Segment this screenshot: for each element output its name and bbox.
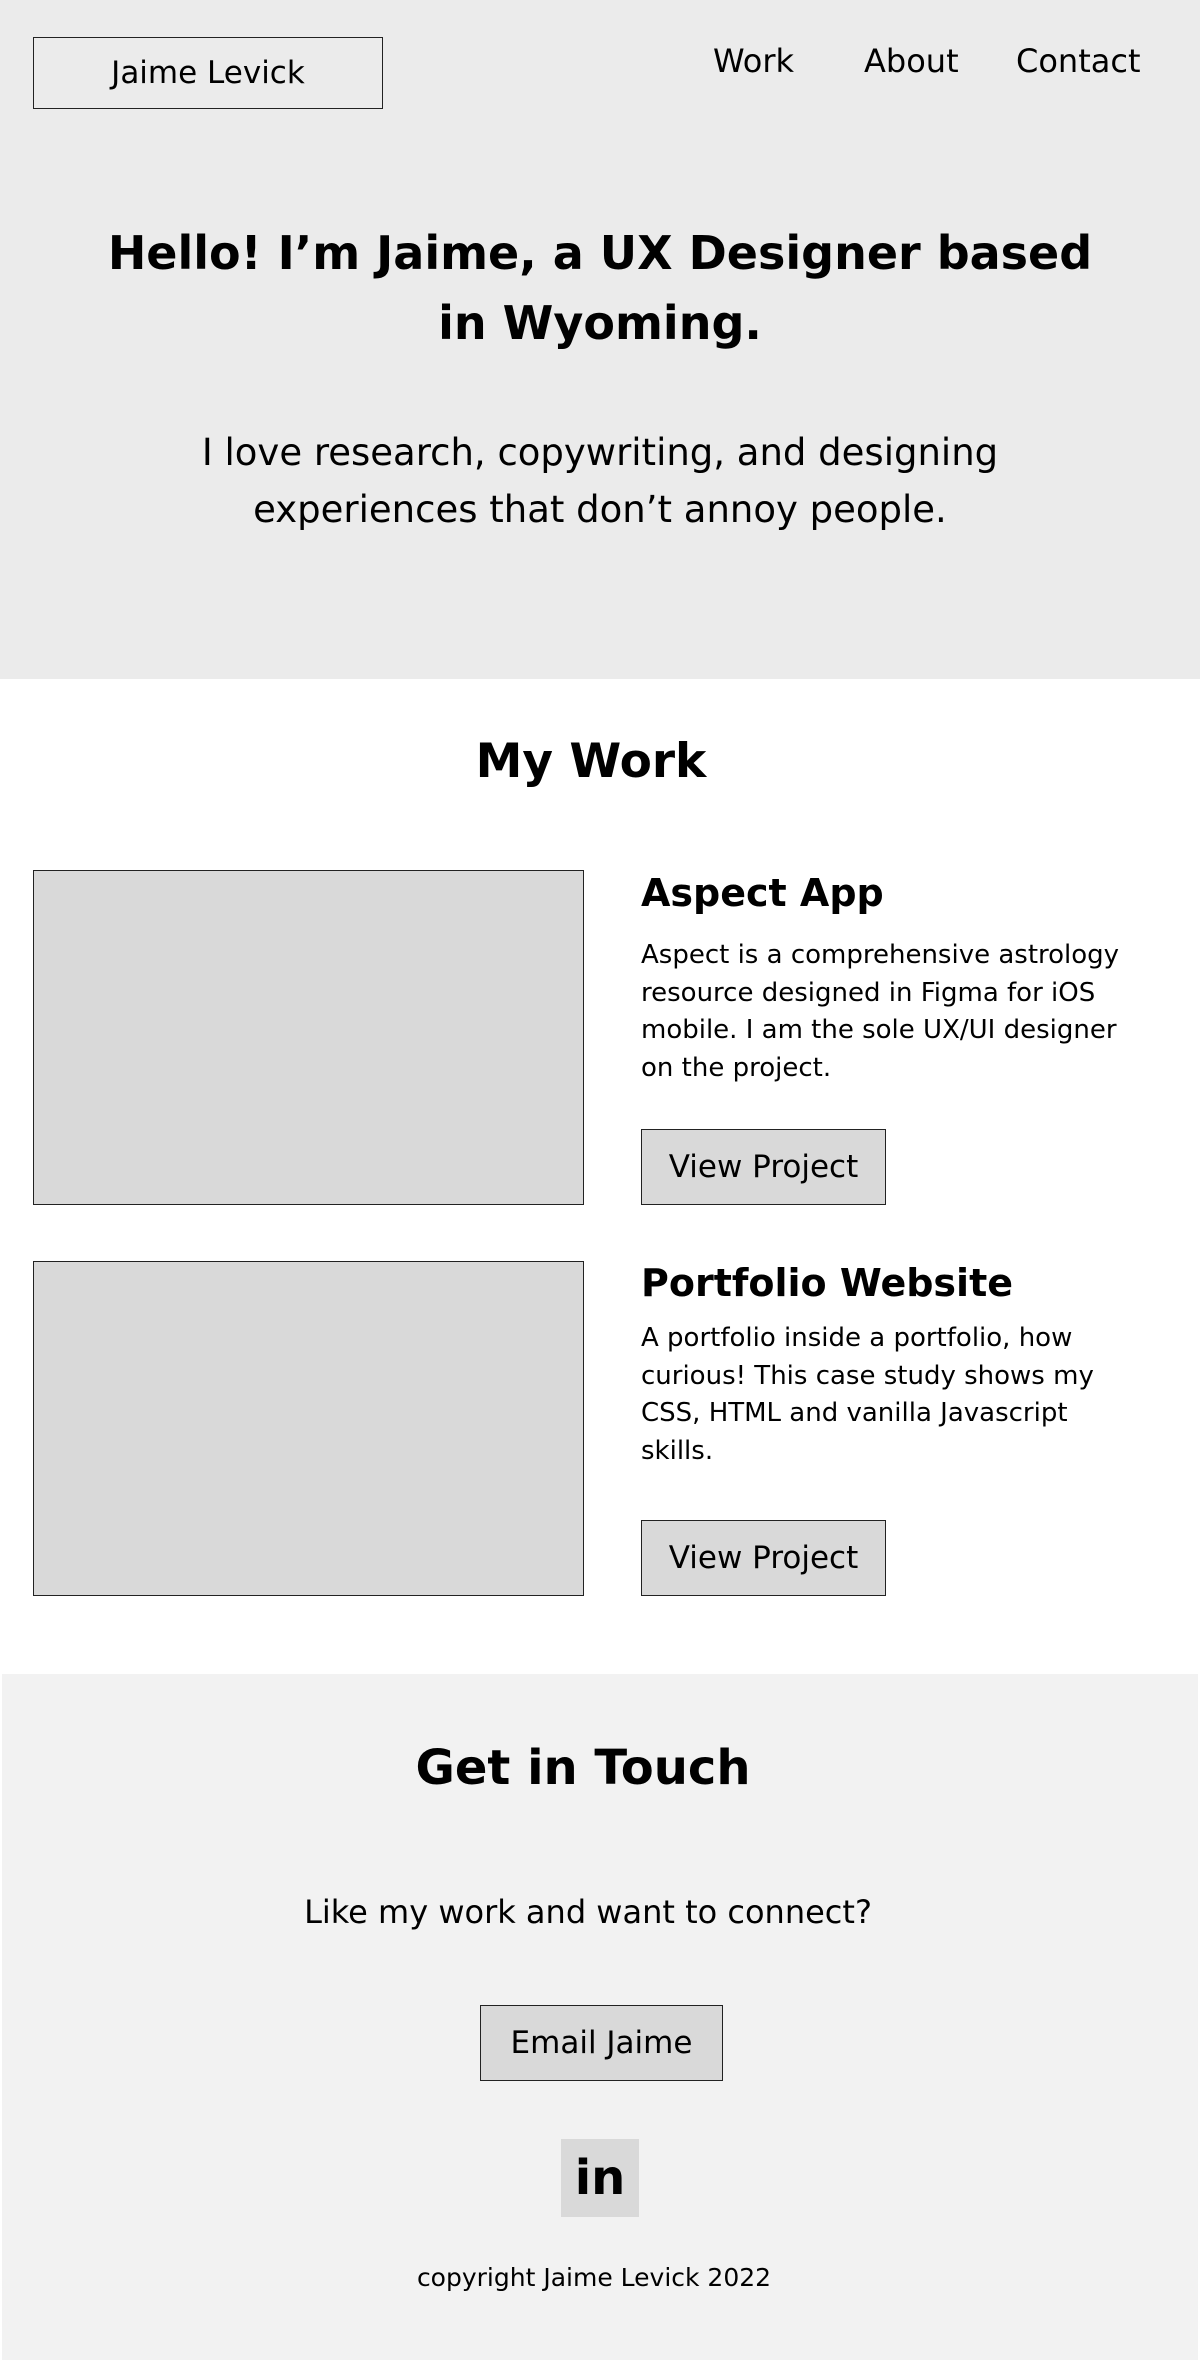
project-description-aspect-app: Aspect is a comprehensive astrology reso… xyxy=(641,940,1120,1083)
project-title-aspect-app: Aspect App xyxy=(641,871,884,915)
hero-subtitle-line-1: I love research, copywriting, and design… xyxy=(201,431,999,474)
hero-title-line-2: in Wyoming. xyxy=(438,296,762,350)
hero-subtitle-line-2: experiences that don’t annoy people. xyxy=(253,488,947,531)
nav-link-about[interactable]: About xyxy=(864,42,959,80)
work-heading: My Work xyxy=(475,734,707,789)
project-thumbnail-aspect-app xyxy=(33,870,584,1205)
view-project-label: View Project xyxy=(668,1149,859,1185)
email-button[interactable]: Email Jaime xyxy=(480,2005,723,2081)
contact-heading: Get in Touch xyxy=(415,1740,751,1796)
contact-subtitle: Like my work and want to connect? xyxy=(304,1893,872,1931)
hero-title-line-1: Hello! I’m Jaime, a UX Designer based xyxy=(107,226,1093,280)
copyright-text: copyright Jaime Levick 2022 xyxy=(416,2263,772,2292)
view-project-button-portfolio-website[interactable]: View Project xyxy=(641,1520,886,1596)
email-button-label: Email Jaime xyxy=(510,2025,693,2061)
logo-text: Jaime Levick xyxy=(111,55,305,91)
logo-button[interactable]: Jaime Levick xyxy=(33,37,383,109)
linkedin-icon-text: in xyxy=(574,2150,626,2206)
linkedin-icon[interactable]: in xyxy=(561,2139,639,2217)
hero-subtitle: I love research, copywriting, and design… xyxy=(140,424,1060,538)
hero-title: Hello! I’m Jaime, a UX Designer based in… xyxy=(100,218,1100,358)
nav-link-contact[interactable]: Contact xyxy=(1016,42,1141,80)
project-thumbnail-portfolio-website xyxy=(33,1261,584,1596)
view-project-button-aspect-app[interactable]: View Project xyxy=(641,1129,886,1205)
project-title-portfolio-website: Portfolio Website xyxy=(641,1261,1014,1305)
nav-link-work[interactable]: Work xyxy=(713,42,794,80)
view-project-label: View Project xyxy=(668,1540,859,1576)
project-description-portfolio-website: A portfolio inside a portfolio, how curi… xyxy=(641,1323,1094,1466)
